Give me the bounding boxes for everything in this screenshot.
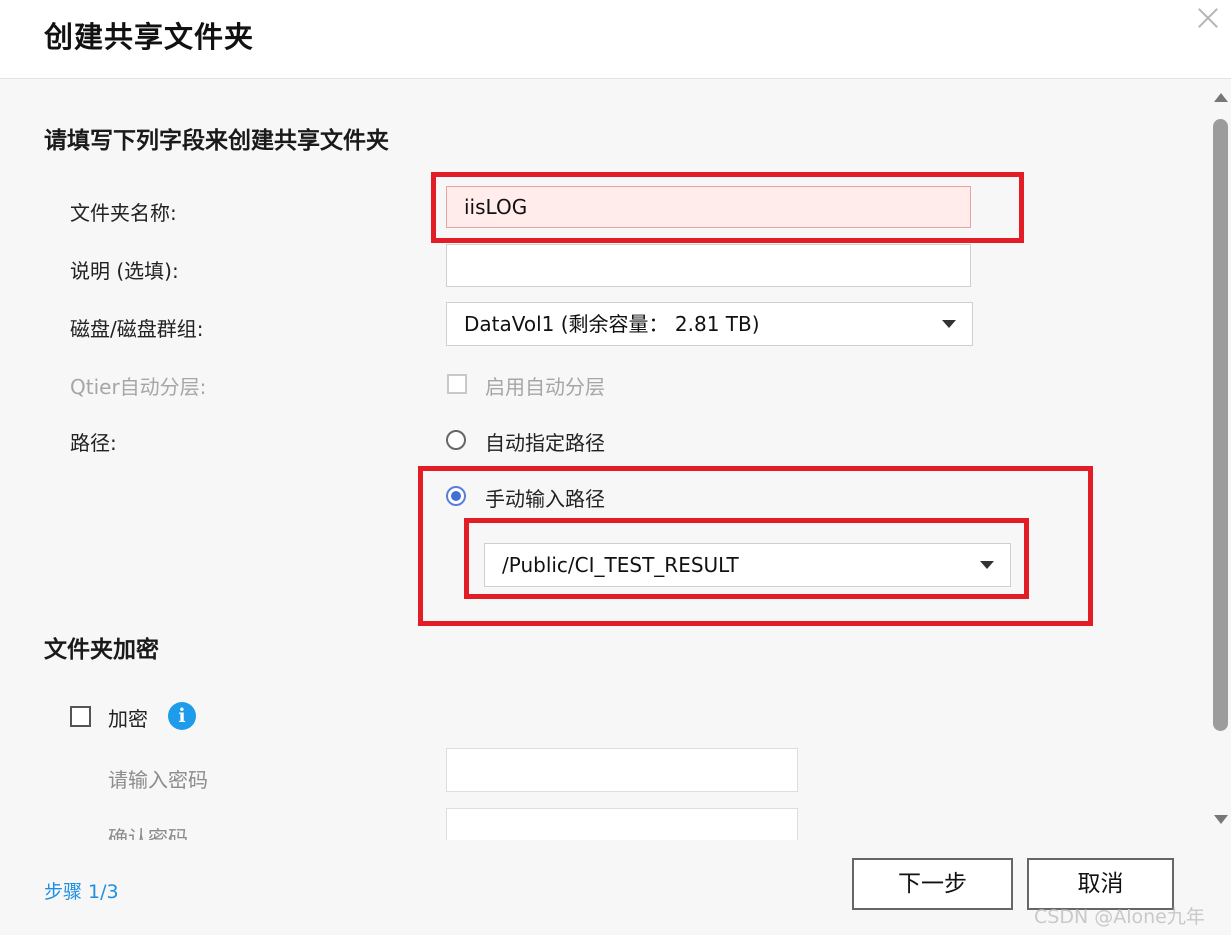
path-manual-label: 手动输入路径 [485, 487, 605, 511]
scroll-up-arrow-icon[interactable] [1214, 93, 1228, 102]
path-manual-radio[interactable] [446, 486, 466, 506]
info-icon[interactable]: i [168, 702, 196, 730]
password-label: 请输入密码 [108, 768, 208, 792]
password-input[interactable] [446, 748, 798, 792]
qtier-checkbox[interactable] [447, 374, 467, 394]
manual-path-value: /Public/CI_TEST_RESULT [502, 553, 739, 577]
dialog-titlebar: 创建共享文件夹 [0, 0, 1231, 79]
volume-select-value: DataVol1 (剩余容量： 2.81 TB) [464, 312, 760, 336]
chevron-down-icon [980, 561, 994, 569]
description-input[interactable] [446, 244, 971, 287]
path-auto-radio[interactable] [446, 430, 466, 450]
qtier-checkbox-label: 启用自动分层 [485, 375, 605, 399]
next-button[interactable]: 下一步 [852, 858, 1013, 910]
encrypt-checkbox[interactable] [70, 706, 91, 727]
chevron-down-icon [942, 320, 956, 328]
encrypt-checkbox-label: 加密 [108, 707, 148, 731]
dialog-footer: 步骤 1/3 下一步 取消 CSDN @Alone九年 [0, 840, 1231, 935]
description-label: 说明 (选填): [70, 259, 179, 283]
path-label: 路径: [70, 431, 117, 455]
path-auto-label: 自动指定路径 [485, 431, 605, 455]
watermark: CSDN @Alone九年 [1034, 906, 1205, 928]
confirm-password-label: 确认密码 [108, 826, 188, 840]
step-indicator: 步骤 1/3 [44, 881, 119, 903]
dialog-content: 请填写下列字段来创建共享文件夹 文件夹名称: iisLOG 说明 (选填): 磁… [0, 79, 1210, 840]
encryption-section-title: 文件夹加密 [44, 637, 159, 663]
qtier-label: Qtier自动分层: [70, 375, 207, 399]
scroll-down-arrow-icon[interactable] [1214, 815, 1228, 824]
confirm-password-input[interactable] [446, 808, 798, 840]
close-icon[interactable] [1194, 4, 1222, 32]
volume-label: 磁盘/磁盘群组: [70, 317, 204, 341]
dialog-title: 创建共享文件夹 [44, 20, 255, 54]
folder-name-label: 文件夹名称: [70, 201, 177, 225]
scrollbar[interactable] [1210, 79, 1231, 840]
volume-select[interactable]: DataVol1 (剩余容量： 2.81 TB) [446, 302, 973, 346]
folder-name-input[interactable]: iisLOG [446, 186, 971, 228]
scrollbar-thumb[interactable] [1213, 119, 1228, 731]
form-section-title: 请填写下列字段来创建共享文件夹 [44, 128, 389, 154]
manual-path-select[interactable]: /Public/CI_TEST_RESULT [484, 543, 1011, 587]
